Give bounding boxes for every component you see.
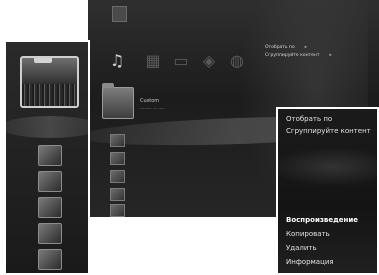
photo-thumbnail[interactable] — [38, 197, 62, 218]
bg-menu-item[interactable]: Сгруппируйте контент ▸ — [265, 52, 332, 60]
settings-icon — [112, 6, 127, 22]
content-thumbnail[interactable] — [110, 134, 125, 147]
video-category-icon[interactable]: ▭ — [172, 52, 190, 70]
content-thumbnail[interactable] — [110, 204, 125, 217]
network-category-icon[interactable]: ◍ — [228, 52, 246, 70]
photo-folder-icon[interactable] — [20, 56, 79, 108]
folder-thumbnail-image — [22, 84, 77, 106]
bg-menu-item[interactable]: Отобрать по ▸ — [265, 44, 332, 52]
menu-item-delete[interactable]: Удалить — [286, 244, 317, 252]
photo-thumbnail[interactable] — [38, 223, 62, 244]
xmb-wave — [278, 147, 377, 187]
menu-item-play[interactable]: Воспроизведение — [286, 216, 358, 224]
menu-item-group-content[interactable]: Сгруппируйте контент — [286, 127, 371, 135]
game-category-icon[interactable]: ◈ — [200, 52, 218, 70]
music-note-icon[interactable]: ♫ — [108, 52, 126, 70]
photo-category-icon[interactable]: ▦ — [144, 52, 162, 70]
content-thumbnail[interactable] — [110, 152, 125, 165]
folder-label: Custom — [140, 98, 160, 104]
background-options-menu: Отобрать по ▸ Сгруппируйте контент ▸ — [265, 44, 332, 60]
content-thumbnail[interactable] — [110, 188, 125, 201]
chevron-right-icon: ▸ — [329, 53, 332, 58]
folder-tab — [34, 58, 52, 63]
menu-item-information[interactable]: Информация — [286, 258, 334, 266]
photo-thumbnail[interactable] — [38, 145, 62, 166]
photo-thumbnail[interactable] — [38, 249, 62, 270]
photo-thumbnail[interactable] — [38, 171, 62, 192]
music-folder-icon[interactable] — [102, 83, 134, 119]
menu-item-sort-by[interactable]: Отобрать по — [286, 115, 332, 123]
options-menu-panel: Отобрать по Сгруппируйте контент Воспрои… — [276, 107, 379, 275]
xmb-wave — [6, 116, 88, 138]
photo-list-panel — [4, 40, 90, 275]
chevron-right-icon: ▸ — [304, 45, 307, 50]
folder-subtitle: -------- --- ---- — [140, 106, 165, 111]
content-thumbnail[interactable] — [110, 170, 125, 183]
menu-item-copy[interactable]: Копировать — [286, 230, 330, 238]
